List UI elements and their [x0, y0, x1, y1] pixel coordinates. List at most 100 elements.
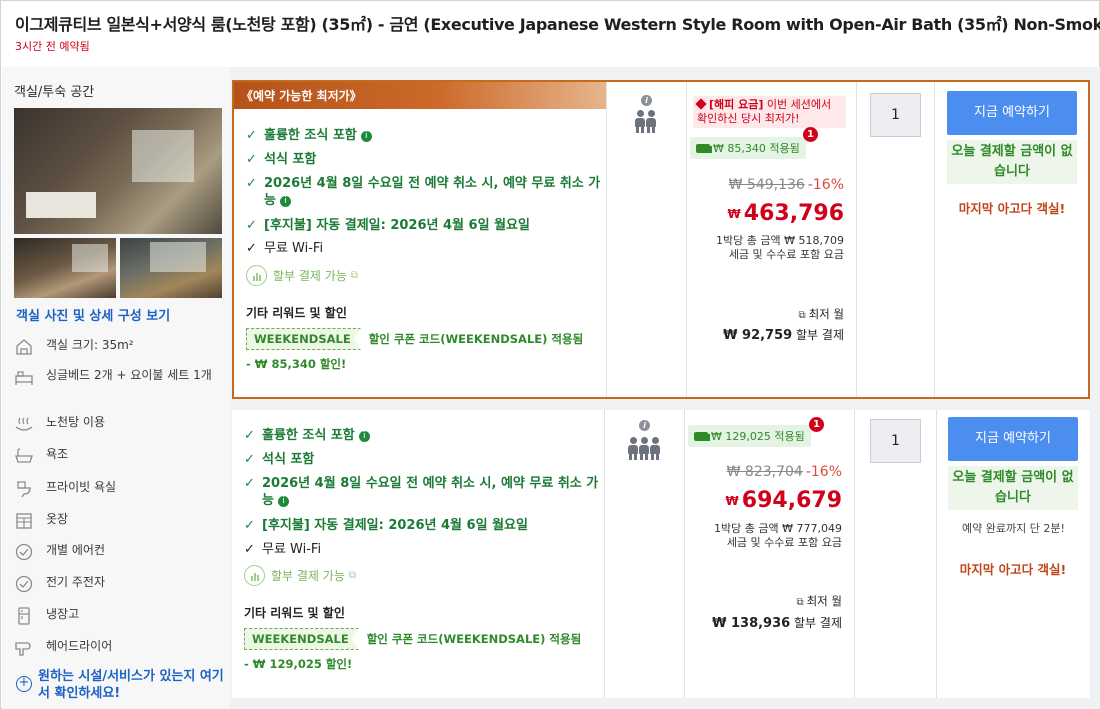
installment-price: ₩ 138,936 할부 결제 [712, 614, 842, 631]
last-room-label: 마지막 아고다 객실! [958, 201, 1066, 216]
kettle-icon [15, 575, 33, 593]
min-monthly-label: 최저 월 [806, 594, 842, 608]
room-size-icon [16, 339, 32, 355]
room-quantity-select[interactable]: 1 [870, 419, 921, 463]
refrigerator-icon [18, 607, 30, 625]
book-now-button[interactable]: 지금 예약하기 [948, 417, 1078, 461]
room-photo-thumb-1[interactable] [14, 238, 116, 298]
booking-cell: 지금 예약하기 오늘 결제할 금액이 없습니다 마지막 아고다 객실! [934, 82, 1088, 397]
min-monthly[interactable]: ⧉ 최저 월 [798, 306, 844, 322]
info-icon[interactable]: i [641, 95, 652, 106]
last-room-label: 마지막 아고다 객실! [959, 562, 1067, 577]
original-price-amount: ₩ 823,704 [726, 464, 803, 480]
discount-percent: -16% [805, 464, 842, 480]
amenity-hot-spring: 노천탕 이용 [14, 415, 224, 433]
offer-row-2: ✓ 훌륭한 조식 포함 i ✓ 석식 포함 ✓ 2026년 4월 8일 수요일 전… [232, 410, 1090, 698]
feature-label: [후지불] 자동 결제일: 2026년 4월 6일 월요일 [264, 218, 530, 233]
amenity-label: 프라이빗 욕실 [46, 480, 117, 494]
amenity-label: 개별 에어컨 [46, 543, 106, 557]
original-price-amount: ₩ 549,136 [728, 177, 805, 193]
room-quantity-select[interactable]: 1 [870, 93, 921, 137]
other-rewards-title: 기타 리워드 및 할인 [246, 306, 347, 320]
feature-label: 2026년 4월 8일 수요일 전 예약 취소 시, 예약 무료 취소 가능 [264, 176, 601, 208]
room-photo-thumb-2[interactable] [120, 238, 222, 298]
feature-label: 석식 포함 [262, 452, 315, 467]
feature-free-cancellation: ✓ 2026년 4월 8일 수요일 전 예약 취소 시, 예약 무료 취소 가능… [246, 175, 601, 209]
check-icon: ✓ [246, 241, 257, 256]
per-night-total: 1박당 총 금액 ₩ 777,049 [714, 522, 842, 535]
occupancy-cell: i [604, 410, 684, 698]
amenity-wardrobe: 옷장 [14, 512, 224, 530]
installment-price: ₩ 92,759 할부 결제 [723, 326, 844, 343]
taxes-included: 세금 및 수수료 포함 요금 [728, 248, 844, 261]
happy-price-badge: [해피 요금] 이번 세션에서 확인하신 당시 최저가! [693, 96, 846, 128]
book-now-button[interactable]: 지금 예약하기 [947, 91, 1077, 135]
check-icon: ✓ [244, 452, 255, 467]
final-price-amount: 463,796 [743, 201, 844, 226]
amenity-bed: 싱글베드 2개 + 요이불 세트 1개 [14, 368, 224, 386]
booking-cell: 지금 예약하기 오늘 결제할 금액이 없습니다 예약 완료까지 단 2분! 마지… [936, 410, 1090, 698]
installment-amount: ₩ 138,936 [712, 616, 791, 631]
info-icon[interactable]: i [358, 431, 370, 442]
external-link-icon: ⧉ [798, 310, 806, 321]
info-icon[interactable]: i [639, 420, 650, 431]
installment-suffix: 할부 결제 [794, 616, 842, 630]
room-photos-link[interactable]: 객실 사진 및 상세 구성 보기 [16, 305, 170, 324]
other-rewards-title: 기타 리워드 및 할인 [244, 606, 345, 620]
coupon-savings: - ₩ 85,340 할인! [246, 357, 347, 371]
hairdryer-icon [15, 642, 31, 656]
installment-available[interactable]: 할부 결제 가능 ⧉ [246, 265, 358, 286]
bathtub-icon [15, 448, 33, 463]
amenity-hairdryer: 헤어드라이어 [14, 639, 224, 657]
bed-icon [15, 371, 33, 385]
notification-badge: 1 [809, 417, 824, 432]
room-photo-main[interactable] [14, 108, 222, 234]
coupon: WEEKENDSALE 할인 쿠폰 코드(WEEKENDSALE) 적용됨 [244, 628, 581, 650]
price-tag-icon [695, 98, 707, 110]
no-payment-today: 오늘 결제할 금액이 없습니다 [948, 466, 1078, 510]
amenity-label: 헤어드라이어 [46, 639, 113, 653]
feature-label: 무료 Wi-Fi [262, 542, 322, 557]
feature-label: 석식 포함 [264, 152, 317, 167]
occupancy-2-icon [635, 110, 657, 137]
per-night-total: 1박당 총 금액 ₩ 518,709 [716, 234, 844, 247]
feature-breakfast: ✓ 훌륭한 조식 포함 i [246, 127, 372, 144]
amenity-kettle: 전기 주전자 [14, 575, 224, 593]
best-price-banner: 《예약 가능한 최저가》 [234, 82, 606, 109]
info-icon[interactable]: i [279, 196, 291, 207]
occupancy-3-icon [628, 437, 661, 464]
installment-amount: ₩ 92,759 [723, 328, 793, 343]
amenity-air-conditioner: 개별 에어컨 [14, 543, 224, 561]
installment-available[interactable]: 할부 결제 가능 ⧉ [244, 565, 356, 586]
wardrobe-icon [16, 513, 32, 529]
info-icon[interactable]: i [277, 496, 289, 507]
amenity-refrigerator: 냉장고 [14, 607, 224, 625]
feature-label: 무료 Wi-Fi [264, 241, 324, 256]
discount-percent: -16% [807, 177, 844, 193]
room-sidebar: 객실/투숙 공간 객실 사진 및 상세 구성 보기 객실 크기: 35m² 싱글… [2, 67, 230, 709]
sidebar-title: 객실/투숙 공간 [14, 85, 95, 100]
amenity-private-bathroom: 프라이빗 욕실 [14, 480, 224, 498]
amenity-label: 노천탕 이용 [46, 415, 106, 429]
min-monthly[interactable]: ⧉ 최저 월 [796, 593, 842, 609]
quantity-cell: 1 [856, 82, 934, 397]
amenity-room-size: 객실 크기: 35m² [14, 338, 224, 356]
min-monthly-label: 최저 월 [808, 307, 844, 321]
amenity-bathtub: 욕조 [14, 447, 224, 465]
feature-label: 훌륭한 조식 포함 [262, 428, 355, 443]
notification-badge: 1 [803, 127, 818, 142]
check-amenities-link[interactable]: + 원하는 시설/서비스가 있는지 여기서 확인하세요! [16, 668, 228, 702]
installment-label: 할부 결제 가능 [271, 569, 345, 583]
info-icon[interactable]: i [360, 131, 372, 142]
check-icon: ✓ [244, 518, 255, 533]
booking-time-label: 예약 완료까지 단 2분! [962, 522, 1065, 535]
per-night-info: 1박당 총 금액 ₩ 777,049 세금 및 수수료 포함 요금 [714, 522, 842, 550]
check-icon: ✓ [244, 428, 255, 443]
currency-symbol: ₩ [725, 494, 739, 508]
coupon-code-tag: WEEKENDSALE [244, 628, 359, 650]
feature-label: [후지불] 자동 결제일: 2026년 4월 6일 월요일 [262, 518, 528, 533]
price-cell: ₩ 129,025 적용됨 1 ₩ 823,704 -16% ₩694,679 1… [684, 410, 854, 698]
air-conditioner-icon [15, 543, 33, 561]
installment-chart-icon [246, 265, 267, 286]
plus-circle-icon: + [16, 676, 32, 692]
